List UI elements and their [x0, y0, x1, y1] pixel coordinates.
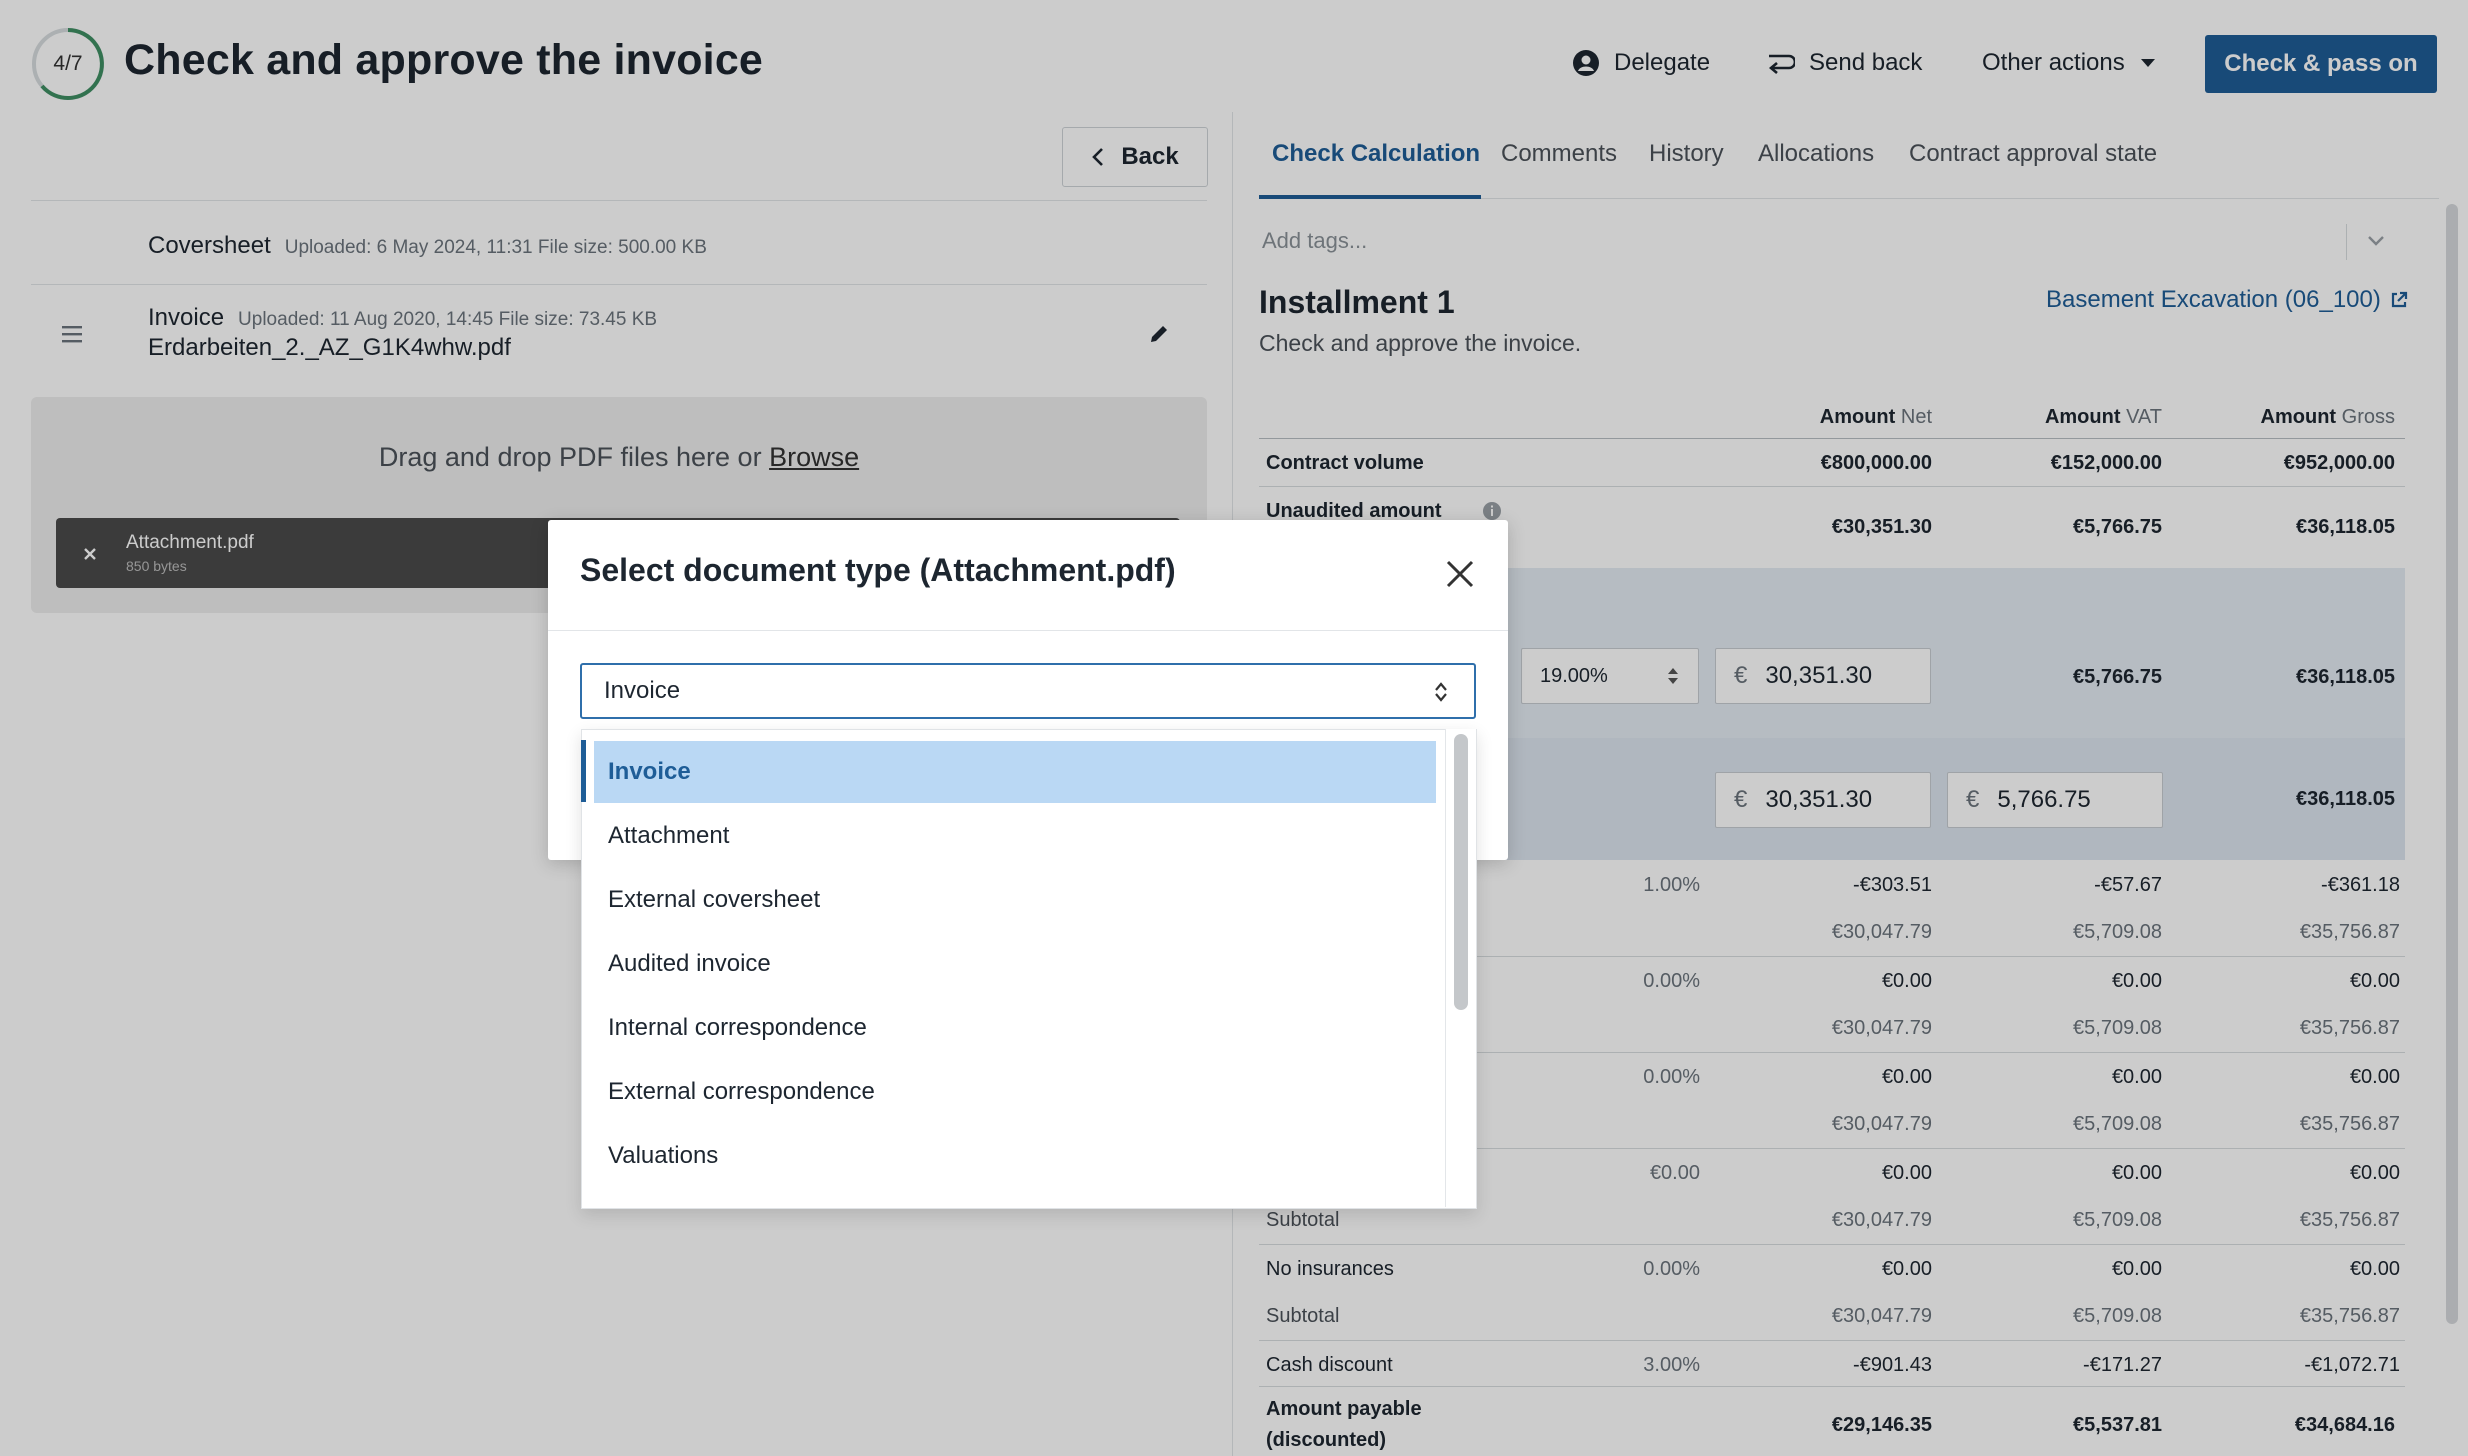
option-internal-correspondence[interactable]: Internal correspondence [594, 997, 1436, 1059]
option-external-correspondence[interactable]: External correspondence [594, 1061, 1436, 1123]
option-valuations[interactable]: Valuations [594, 1125, 1436, 1187]
selected-option-indicator [581, 740, 586, 802]
dialog-title: Select document type (Attachment.pdf) [580, 552, 1176, 588]
select-arrows-icon [1435, 682, 1447, 702]
dialog-divider [548, 630, 1508, 631]
option-audited-invoice[interactable]: Audited invoice [594, 933, 1436, 995]
option-invoice[interactable]: Invoice [594, 741, 1436, 803]
close-icon[interactable] [1444, 558, 1476, 590]
option-attachment[interactable]: Attachment [594, 805, 1436, 867]
option-external-coversheet[interactable]: External coversheet [594, 869, 1436, 931]
select-value: Invoice [604, 677, 681, 704]
document-type-select[interactable]: Invoice [580, 663, 1476, 719]
document-type-listbox: Invoice Attachment External coversheet A… [581, 729, 1477, 1209]
listbox-scroll-thumb[interactable] [1454, 734, 1468, 1010]
